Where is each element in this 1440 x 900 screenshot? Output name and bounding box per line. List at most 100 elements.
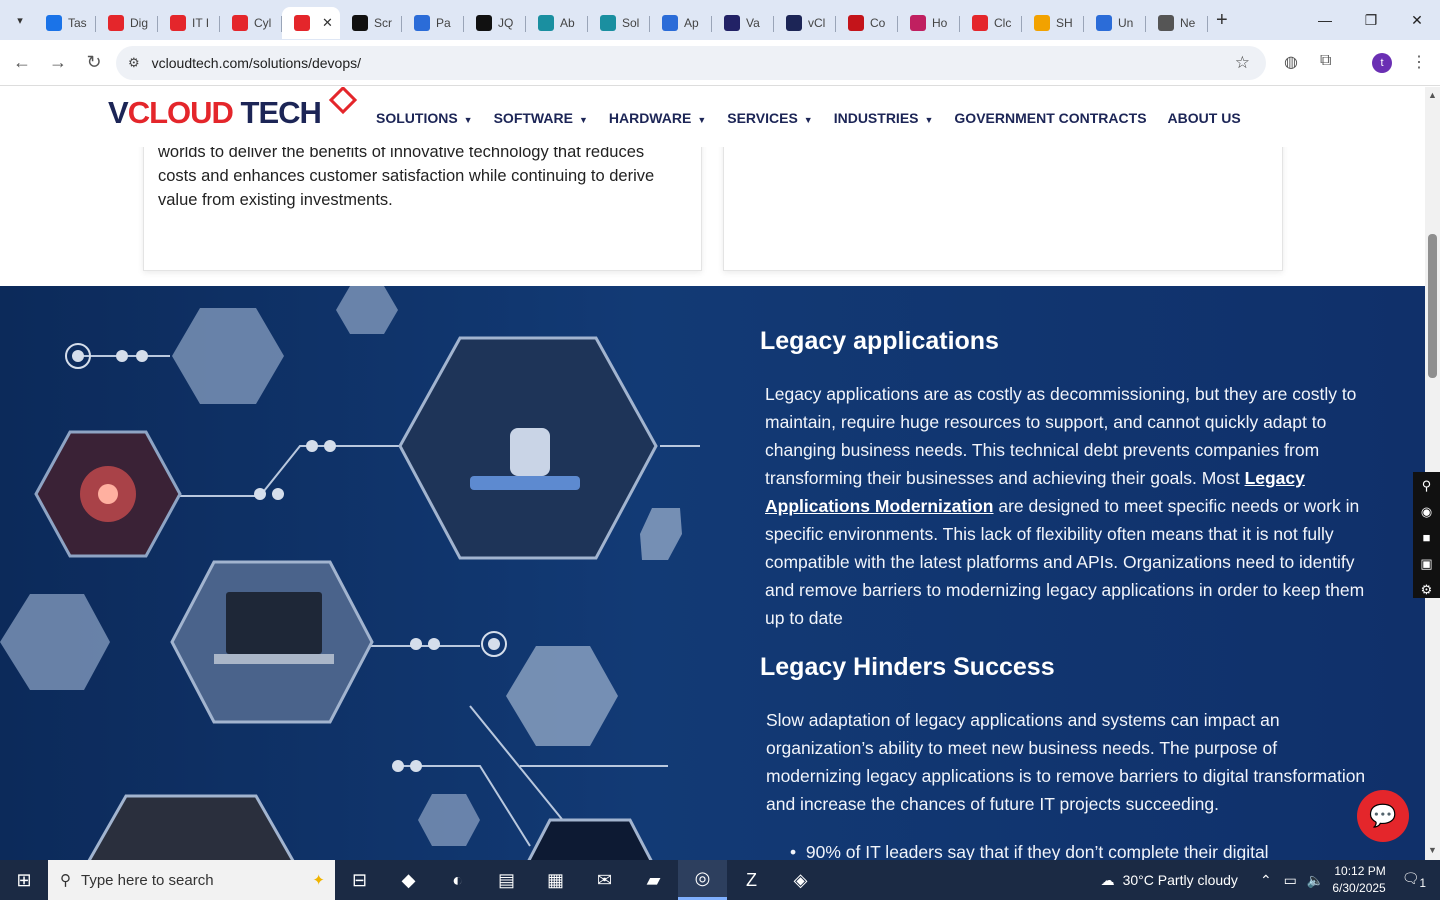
tab-label: JQ (498, 16, 514, 30)
system-tray: ☁ 30°C Partly cloudy ⌃ ▭ 🔈 10:12 PM 6/30… (1101, 860, 1440, 900)
legacy-applications-section: Legacy applications Legacy applications … (0, 286, 1425, 860)
browser-tab[interactable]: Scr (340, 7, 402, 39)
tab-label: Sol (622, 16, 640, 30)
browser-tab[interactable]: JQ (464, 7, 526, 39)
browser-tab[interactable]: Co (836, 7, 898, 39)
file-explorer-icon[interactable]: ▤ (482, 860, 531, 900)
nav-item-hardware[interactable]: HARDWARE ▼ (609, 110, 706, 126)
browser-tab[interactable]: ✕ (282, 7, 340, 39)
translate-icon[interactable]: ◍ (1284, 52, 1298, 72)
settings-gear-icon[interactable]: ⚙ (1421, 580, 1433, 600)
task-view-icon[interactable]: ⊟ (335, 860, 384, 900)
browser-tab[interactable]: vCl (774, 7, 836, 39)
gear-black-icon (352, 15, 368, 31)
profile-avatar[interactable]: t (1372, 53, 1392, 73)
chrome-gray-icon (1158, 15, 1174, 31)
volume-icon[interactable]: 🔈 (1307, 872, 1324, 889)
site-info-icon[interactable]: ⚙ (128, 55, 140, 71)
nav-item-label: HARDWARE (608, 110, 692, 126)
tab-label: Un (1118, 16, 1134, 30)
maximize-button[interactable]: ❐ (1348, 0, 1394, 40)
browser-tab[interactable]: Tas (34, 7, 96, 39)
browser-tab[interactable]: Un (1084, 7, 1146, 39)
new-tab-button[interactable]: + (1216, 9, 1228, 32)
app-diamond-icon[interactable]: ◈ (776, 860, 825, 900)
weather-icon[interactable]: ☁ (1101, 872, 1115, 889)
windows-taskbar: ⊞ ⚲ Type here to search ✦ ⊟ ◆ ◐ ▤ ▦ ✉ ▰ … (0, 860, 1440, 900)
browser-tab-bar: ▾ Tas Dig IT I Cyl ✕ Scr Pa JQ Ab Sol Ap Va vCl Co Ho C… (0, 0, 1440, 40)
taskbar-search-box[interactable]: ⚲ Type here to search ✦ (48, 860, 335, 900)
browser-tab[interactable]: Ap (650, 7, 712, 39)
target-icon (476, 15, 492, 31)
chat-button[interactable]: 💬 (1357, 790, 1409, 842)
tab-label: Pa (436, 16, 451, 30)
reload-button[interactable]: ↻ (76, 52, 112, 73)
chrome-icon[interactable]: ◎ (678, 860, 727, 900)
tray-chevron-icon[interactable]: ⌃ (1260, 872, 1272, 889)
nav-item-industries[interactable]: INDUSTRIES ▼ (834, 110, 934, 126)
edge-icon[interactable]: ◐ (433, 860, 482, 900)
back-button[interactable]: ← (4, 52, 40, 73)
window-icon[interactable]: ▣ (1420, 554, 1432, 574)
browser-tab[interactable]: SH (1022, 7, 1084, 39)
tab-label: Clc (994, 16, 1012, 30)
browser-tab[interactable]: Ab (526, 7, 588, 39)
nav-item-software[interactable]: SOFTWARE ▼ (494, 110, 588, 126)
search-placeholder: Type here to search (81, 871, 214, 889)
browser-tab[interactable]: Dig (96, 7, 158, 39)
menu-dots-icon[interactable]: ⋮ (1411, 52, 1427, 72)
nav-item-label: INDUSTRIES (833, 110, 919, 126)
berry-icon (910, 15, 926, 31)
windows-start-button[interactable]: ⊞ (0, 860, 48, 900)
tab-close-icon[interactable]: ✕ (322, 15, 333, 31)
vcloud-icon (294, 15, 310, 31)
browser-tab[interactable]: Cyl (220, 7, 282, 39)
scroll-down-icon[interactable]: ▼ (1428, 845, 1437, 855)
url-omnibox[interactable]: ⚙ vcloudtech.com/solutions/devops/ ☆ (116, 46, 1266, 80)
browser-tab[interactable]: Pa (402, 7, 464, 39)
sticky-notes-icon[interactable]: ▰ (629, 860, 678, 900)
microsoft-store-icon[interactable]: ▦ (531, 860, 580, 900)
tab-label: Tas (68, 16, 87, 30)
copilot-icon[interactable]: ◆ (384, 860, 433, 900)
camera-icon[interactable]: ◉ (1421, 502, 1432, 522)
vcloud-tech-logo[interactable]: VCLOUD TECH (108, 95, 322, 131)
nav-item-services[interactable]: SERVICES ▼ (727, 110, 812, 126)
close-window-button[interactable]: ✕ (1394, 0, 1440, 40)
hexagon-technology-illustration (0, 286, 700, 860)
nav-item-government-contracts[interactable]: GOVERNMENT CONTRACTS (954, 110, 1146, 126)
zoom-icon[interactable]: Z (727, 860, 776, 900)
sparkle-icon: ✦ (312, 872, 325, 889)
tab-label: SH (1056, 16, 1073, 30)
tab-search-button[interactable]: ▾ (6, 6, 34, 34)
mail-icon[interactable]: ✉ (580, 860, 629, 900)
url-text[interactable]: vcloudtech.com/solutions/devops/ (152, 55, 361, 71)
tab-label: Va (746, 16, 760, 30)
clock[interactable]: 10:12 PM 6/30/2025 (1332, 863, 1385, 897)
caret-down-icon: ▼ (463, 115, 473, 125)
nav-item-about-us[interactable]: ABOUT US (1168, 110, 1241, 126)
caret-down-icon: ▼ (697, 115, 707, 125)
scroll-up-icon[interactable]: ▲ (1428, 90, 1437, 100)
extensions-icon[interactable]: ⧉ (1320, 52, 1331, 70)
forward-button[interactable]: → (40, 52, 76, 73)
check-icon (786, 15, 802, 31)
browser-tab[interactable]: Sol (588, 7, 650, 39)
browser-tab[interactable]: Ne (1146, 7, 1208, 39)
browser-tab[interactable]: Ho (898, 7, 960, 39)
bullet-item: • 90% of IT leaders say that if they don… (790, 842, 1269, 860)
notification-icon[interactable]: 🗨1 (1402, 870, 1426, 890)
paragraph-legacy-hinders: Slow adaptation of legacy applications a… (766, 710, 1366, 814)
weather-text[interactable]: 30°C Partly cloudy (1123, 872, 1238, 888)
browser-tab[interactable]: Clc (960, 7, 1022, 39)
minimize-button[interactable]: — (1302, 0, 1348, 40)
bookmark-star-icon[interactable]: ☆ (1235, 53, 1250, 73)
link-icon[interactable]: ⚲ (1422, 476, 1432, 496)
browser-tab[interactable]: Va (712, 7, 774, 39)
nav-item-solutions[interactable]: SOLUTIONS ▼ (376, 110, 473, 126)
scroll-thumb[interactable] (1428, 234, 1437, 378)
video-icon[interactable]: ■ (1423, 528, 1431, 548)
browser-tab[interactable]: IT I (158, 7, 220, 39)
network-icon[interactable]: ▭ (1284, 872, 1297, 889)
tab-label: Co (870, 16, 886, 30)
